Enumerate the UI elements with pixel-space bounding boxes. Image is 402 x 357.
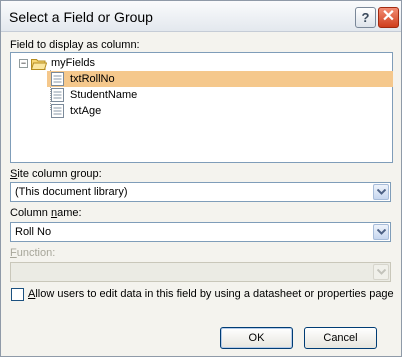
- accelerator-f: F: [10, 247, 17, 259]
- field-icon: [51, 72, 64, 86]
- site-group-label-text: ite column group:: [17, 168, 102, 180]
- column-name-label: Column name:: [10, 207, 82, 219]
- function-label-text: unction:: [16, 247, 56, 259]
- chevron-down-icon: [377, 269, 386, 275]
- chevron-down-icon: [377, 189, 386, 195]
- column-name-label-pre: Column: [10, 207, 51, 219]
- title-bar[interactable]: Select a Field or Group ? ✕: [1, 1, 401, 32]
- column-name-value: Roll No: [15, 226, 52, 238]
- cancel-button[interactable]: Cancel: [304, 327, 377, 349]
- allow-edit-label-text: llow users to edit data in this field by…: [35, 288, 394, 300]
- collapse-toggle[interactable]: −: [19, 59, 28, 68]
- ok-button[interactable]: OK: [220, 327, 293, 349]
- folder-open-icon: [31, 59, 47, 70]
- site-column-group-value: (This document library): [15, 186, 128, 198]
- close-button[interactable]: ✕: [378, 7, 399, 28]
- function-dropdown-button: [373, 264, 389, 280]
- column-name-select[interactable]: Roll No: [10, 222, 391, 242]
- select-field-dialog: Select a Field or Group ? ✕ Field to dis…: [0, 0, 402, 357]
- site-column-group-select[interactable]: (This document library): [10, 182, 391, 202]
- tree-item-txtage[interactable]: txtAge: [70, 105, 101, 117]
- chevron-down-icon: [377, 229, 386, 235]
- field-tree[interactable]: − myFields txtRollNo StudentName txtAge: [10, 52, 393, 163]
- column-name-dropdown-button[interactable]: [373, 224, 389, 240]
- dialog-title: Select a Field or Group: [9, 9, 153, 25]
- site-column-group-label: Site column group:: [10, 168, 102, 180]
- field-icon: [51, 104, 64, 118]
- tree-node-myfields[interactable]: myFields: [51, 57, 95, 69]
- help-button[interactable]: ?: [355, 7, 376, 28]
- close-icon: ✕: [381, 8, 396, 25]
- allow-edit-label[interactable]: Allow users to edit data in this field b…: [28, 288, 394, 300]
- function-label: Function:: [10, 247, 55, 259]
- tree-item-txtrollno[interactable]: txtRollNo: [70, 73, 115, 85]
- help-icon: ?: [361, 10, 370, 25]
- site-group-dropdown-button[interactable]: [373, 184, 389, 200]
- tree-item-studentname[interactable]: StudentName: [70, 89, 137, 101]
- allow-edit-checkbox[interactable]: [11, 288, 24, 301]
- function-select: [10, 262, 391, 282]
- field-label: Field to display as column:: [10, 39, 140, 51]
- field-icon: [51, 88, 64, 102]
- column-name-label-post: ame:: [57, 207, 82, 219]
